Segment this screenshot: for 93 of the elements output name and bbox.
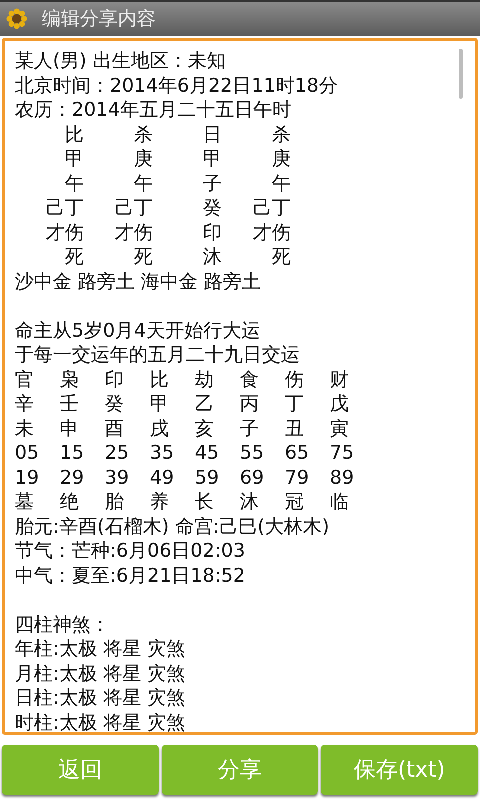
text-cell-text: 长 bbox=[195, 490, 215, 514]
text-cell-text: 印 bbox=[202, 220, 222, 245]
text-line: 某人(男) 出生地区：未知 bbox=[15, 49, 227, 74]
text-cell-text: 官 bbox=[15, 368, 35, 392]
text-cell-text: 沐 bbox=[240, 490, 260, 514]
text-cell-text: 己丁 bbox=[114, 196, 153, 220]
text-line: 时柱:太极 将星 灾煞 bbox=[15, 710, 186, 732]
text-cell-text: 35 bbox=[150, 441, 176, 466]
text-cell-text: 79 bbox=[285, 466, 310, 490]
text-cell-text: 印 bbox=[105, 368, 125, 392]
text-cell-text: 午 bbox=[271, 172, 291, 196]
text-cell-text: 才伤 bbox=[45, 220, 84, 245]
text-cell-text: 子 bbox=[202, 172, 222, 196]
text-cell-text: 财 bbox=[330, 368, 350, 392]
text-cell-text: 戊 bbox=[330, 392, 350, 416]
text-cell-text: 05 bbox=[15, 441, 40, 466]
text-line: 年柱:太极 将星 灾煞 bbox=[15, 637, 186, 662]
text-cell-text: 89 bbox=[330, 466, 356, 490]
text-cell-text: 伤 bbox=[285, 368, 305, 392]
text-cell-text: 49 bbox=[150, 466, 176, 490]
text-cell-text: 比 bbox=[150, 368, 170, 392]
text-line: 命主从5岁0月4天开始行大运 bbox=[15, 318, 262, 343]
text-cell-text: 乙 bbox=[195, 392, 215, 416]
text-cell-text: 才伤 bbox=[114, 220, 153, 245]
text-cell-text: 75 bbox=[330, 441, 356, 466]
text-line: 北京时间：2014年6月22日11时18分 bbox=[15, 74, 339, 98]
text-cell-text: 冠 bbox=[285, 490, 305, 514]
action-button[interactable]: 保存(txt) bbox=[321, 745, 478, 795]
text-cell-text: 绝 bbox=[60, 490, 80, 514]
text-cell-text: 才伤 bbox=[252, 220, 291, 245]
window-title: 编辑分享内容 bbox=[42, 7, 156, 32]
text-cell-text: 子 bbox=[240, 416, 260, 441]
action-button[interactable]: 返回 bbox=[2, 745, 159, 795]
text-line: 沙中金 路旁土 海中金 路旁土 bbox=[15, 270, 262, 294]
text-line: 中气：夏至:6月21日18:52 bbox=[15, 564, 246, 588]
text-cell-text: 酉 bbox=[105, 416, 125, 441]
text-cell-text: 辛 bbox=[15, 392, 35, 416]
text-line: 日柱:太极 将星 灾煞 bbox=[15, 686, 186, 710]
text-cell-text: 庚 bbox=[271, 147, 291, 172]
text-cell-text: 亥 bbox=[195, 416, 215, 441]
text-cell-text: 杀 bbox=[133, 122, 153, 147]
text-cell-text: 29 bbox=[60, 466, 86, 490]
text-cell-text: 壬 bbox=[60, 392, 80, 416]
text-cell-text: 45 bbox=[195, 441, 220, 466]
text-cell-text: 甲 bbox=[202, 147, 222, 172]
text-cell-text: 胎 bbox=[105, 490, 125, 514]
text-cell-text: 午 bbox=[133, 172, 153, 196]
text-cell-text: 59 bbox=[195, 466, 220, 490]
text-cell-text: 丙 bbox=[240, 392, 260, 416]
text-cell-text: 癸 bbox=[202, 196, 222, 220]
text-cell-text: 临 bbox=[330, 490, 350, 514]
action-button[interactable]: 分享 bbox=[162, 745, 318, 795]
text-cell-text: 甲 bbox=[64, 147, 84, 172]
text-cell-text: 己丁 bbox=[252, 196, 291, 220]
text-cell-text: 65 bbox=[285, 441, 310, 466]
text-line: 节气：芒种:6月06日02:03 bbox=[15, 539, 246, 564]
scrollbar bbox=[459, 49, 463, 99]
text-line: 四柱神煞： bbox=[15, 612, 111, 637]
text-cell-text: 死 bbox=[133, 245, 153, 270]
sunflower-icon bbox=[6, 8, 28, 30]
text-line: 月柱:太极 将星 灾煞 bbox=[15, 662, 186, 686]
text-cell-text: 己丁 bbox=[45, 196, 84, 220]
text-cell-text: 劫 bbox=[195, 368, 215, 392]
text-cell-text: 丑 bbox=[285, 416, 305, 441]
text-cell-text: 日 bbox=[202, 122, 222, 147]
text-cell-text: 死 bbox=[271, 245, 291, 270]
text-cell-text: 15 bbox=[60, 441, 86, 466]
text-cell-text: 沐 bbox=[202, 245, 222, 270]
text-cell-text: 庚 bbox=[133, 147, 153, 172]
text-cell-text: 19 bbox=[15, 466, 40, 490]
text-line: 农历：2014年五月二十五日午时 bbox=[15, 98, 292, 122]
text-cell-text: 食 bbox=[240, 368, 260, 392]
text-cell-text: 69 bbox=[240, 466, 266, 490]
text-cell-text: 申 bbox=[60, 416, 80, 441]
text-cell-text: 比 bbox=[64, 122, 84, 147]
text-cell-text: 死 bbox=[64, 245, 84, 270]
text-cell-text: 甲 bbox=[150, 392, 170, 416]
text-cell-text: 未 bbox=[15, 416, 35, 441]
text-cell-text: 寅 bbox=[330, 416, 350, 441]
text-cell-text: 25 bbox=[105, 441, 130, 466]
text-line: 于每一交运年的五月二十九日交运 bbox=[15, 343, 301, 368]
text-cell-text: 墓 bbox=[15, 490, 35, 514]
text-cell-text: 丁 bbox=[285, 392, 305, 416]
text-area[interactable] bbox=[2, 38, 478, 735]
text-cell-text: 55 bbox=[240, 441, 266, 466]
text-cell-text: 39 bbox=[105, 466, 130, 490]
text-cell-text: 癸 bbox=[105, 392, 125, 416]
text-cell-text: 戌 bbox=[150, 416, 170, 441]
text-cell-text: 养 bbox=[150, 490, 170, 514]
text-cell-text: 午 bbox=[64, 172, 84, 196]
text-line: 胎元:辛酉(石榴木) 命宫:己巳(大林木) bbox=[15, 514, 330, 539]
text-cell-text: 枭 bbox=[60, 368, 80, 392]
text-cell-text: 杀 bbox=[271, 122, 291, 147]
